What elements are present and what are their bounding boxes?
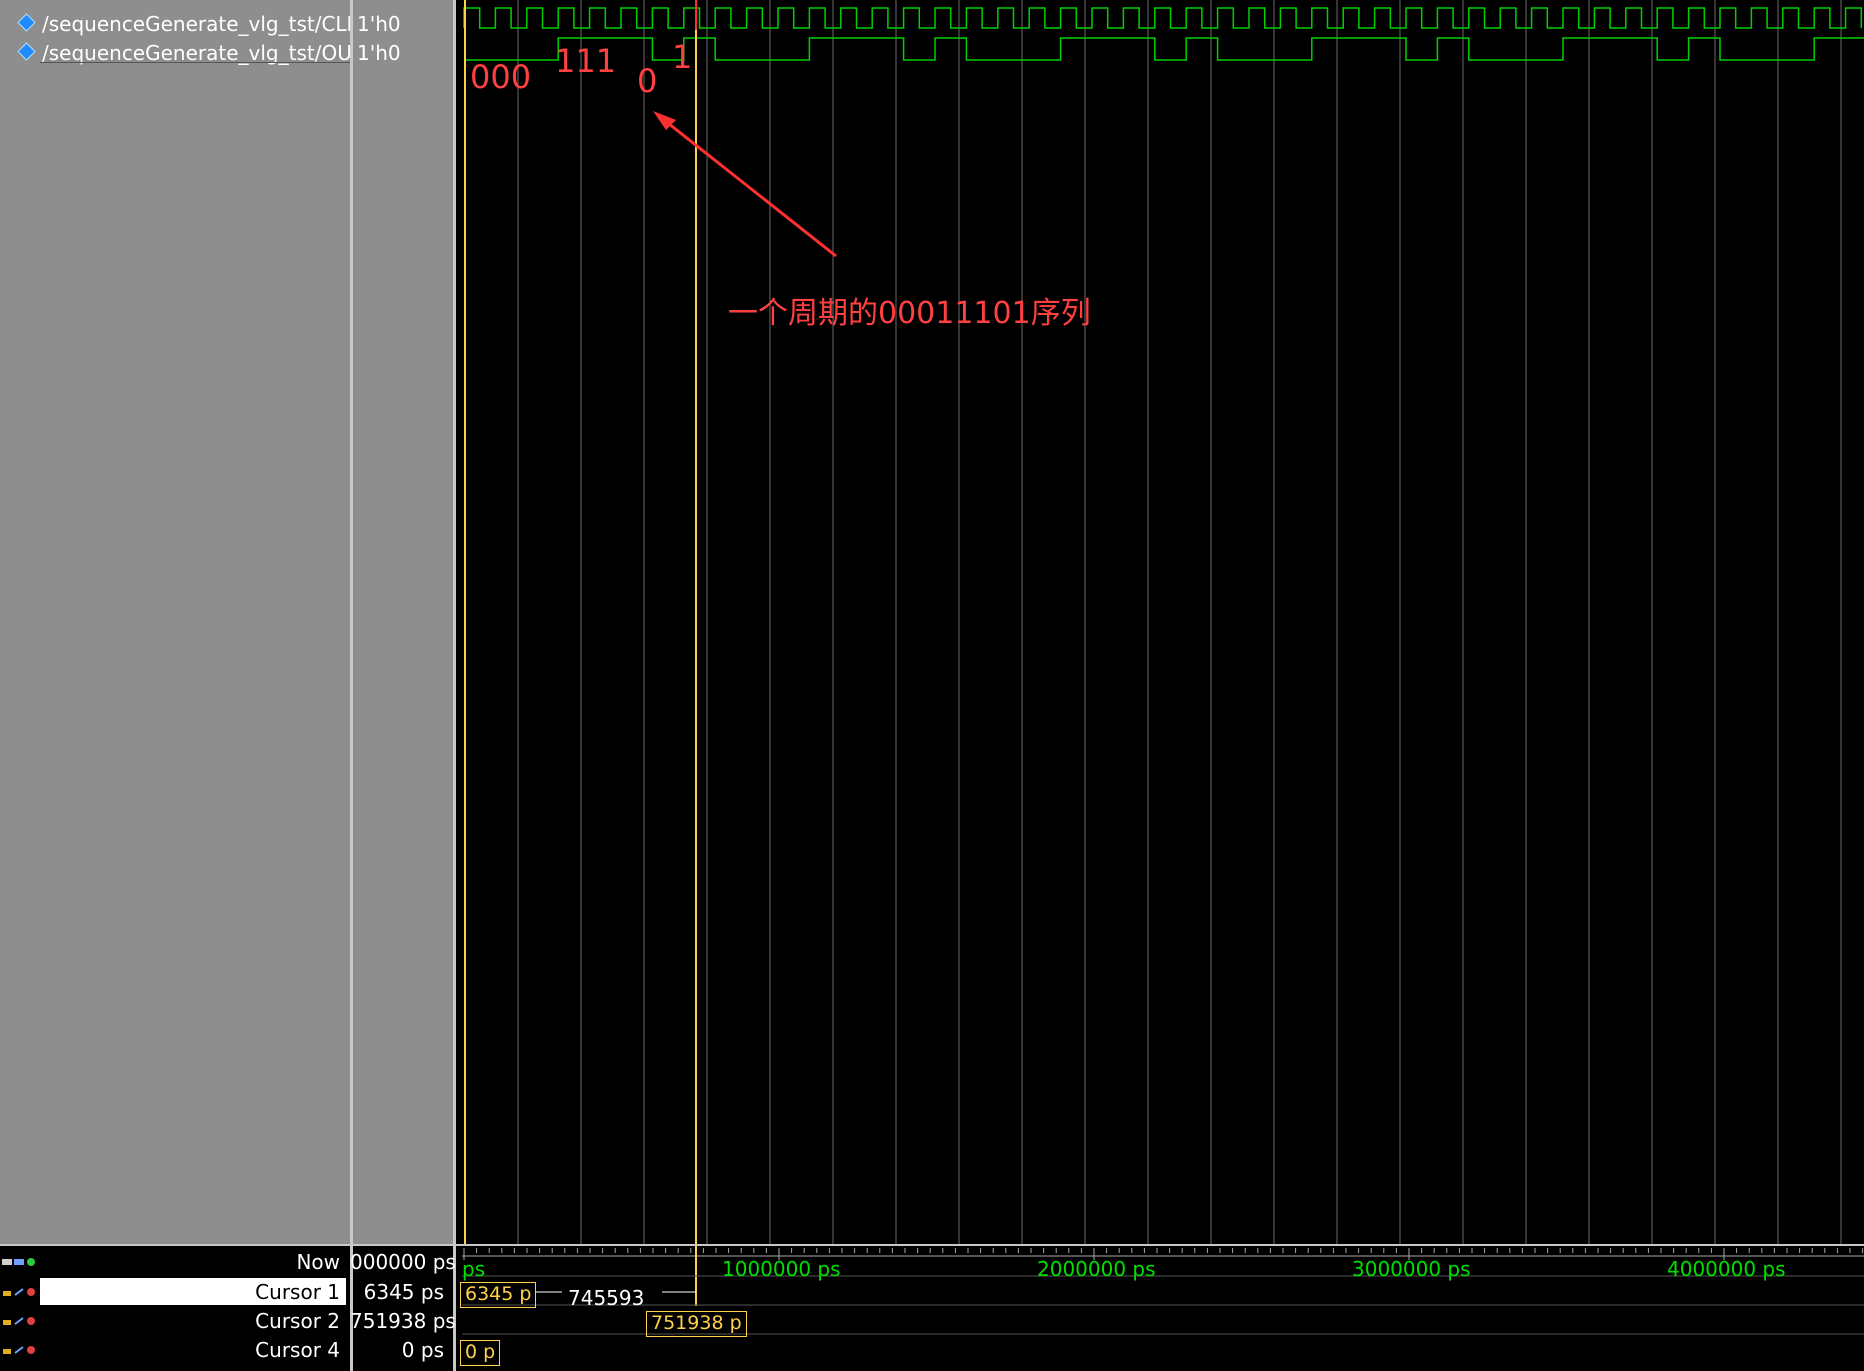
green-dot-icon[interactable] bbox=[26, 1258, 36, 1266]
edit-icon[interactable] bbox=[14, 1317, 24, 1325]
cursor-2-label: Cursor 2 bbox=[255, 1309, 340, 1333]
cursor-1-label: Cursor 1 bbox=[255, 1280, 340, 1304]
signal-diamond-icon bbox=[17, 13, 36, 32]
annotation-bits-1: 1 bbox=[672, 38, 693, 76]
edit-icon[interactable] bbox=[14, 1288, 24, 1296]
timeline-label-4: 4000000 ps bbox=[1667, 1257, 1786, 1281]
now-value: 000000 ps bbox=[350, 1250, 456, 1274]
lock-icon[interactable] bbox=[2, 1317, 12, 1325]
delete-cursor-icon[interactable] bbox=[26, 1346, 36, 1354]
annotation-bits-0: 0 bbox=[637, 62, 658, 100]
signal-names-pane: /sequenceGenerate_vlg_tst/CLK /sequenceG… bbox=[0, 0, 364, 1244]
cursor-2-value: 751938 ps bbox=[350, 1309, 456, 1333]
timeline-label-2: 2000000 ps bbox=[1037, 1257, 1156, 1281]
waveform-pane[interactable]: 000 111 0 1 一个周期的00011101序列 bbox=[462, 0, 1864, 1244]
lock-icon[interactable] bbox=[2, 1288, 12, 1296]
cursor-4-label: Cursor 4 bbox=[255, 1338, 340, 1362]
cursor-delta-label: 745593 bbox=[568, 1286, 645, 1310]
signal-name-clk: /sequenceGenerate_vlg_tst/CLK bbox=[42, 12, 360, 36]
timeline-label-1: 1000000 ps bbox=[722, 1257, 841, 1281]
add-cursor-icon[interactable] bbox=[14, 1258, 24, 1266]
signal-value-out: 1'h0 bbox=[357, 41, 401, 65]
timeline-ruler bbox=[462, 1246, 1864, 1335]
delete-cursor-icon[interactable] bbox=[26, 1288, 36, 1296]
annotation-bits-111: 111 bbox=[555, 42, 617, 80]
cursor-4-tag[interactable]: 0 p bbox=[460, 1340, 501, 1366]
cursor-1-value: 6345 ps bbox=[363, 1280, 444, 1304]
cursor-1-tag[interactable]: 6345 p bbox=[460, 1282, 537, 1308]
annotation-note: 一个周期的00011101序列 bbox=[728, 296, 1091, 331]
pane-divider[interactable] bbox=[453, 0, 456, 1371]
row-underline bbox=[40, 62, 350, 63]
waveform-canvas bbox=[463, 0, 1864, 1244]
signal-values-pane: 1'h0 1'h0 bbox=[353, 0, 453, 1244]
signal-row-clk[interactable]: /sequenceGenerate_vlg_tst/CLK bbox=[0, 10, 360, 36]
cursor-toolbar-icon[interactable] bbox=[2, 1258, 12, 1266]
lock-icon[interactable] bbox=[2, 1346, 12, 1354]
cursor-2-tag[interactable]: 751938 p bbox=[646, 1311, 747, 1337]
timeline-label-3: 3000000 ps bbox=[1352, 1257, 1471, 1281]
timeline-start-label: ps bbox=[462, 1257, 486, 1281]
annotation-arrow bbox=[653, 111, 837, 258]
now-label: Now bbox=[296, 1250, 340, 1274]
signal-diamond-icon bbox=[17, 42, 36, 61]
cursor-4-value: 0 ps bbox=[401, 1338, 444, 1362]
signal-value-clk: 1'h0 bbox=[357, 12, 401, 36]
wave-window: /sequenceGenerate_vlg_tst/CLK /sequenceG… bbox=[0, 0, 1864, 1371]
delete-cursor-icon[interactable] bbox=[26, 1317, 36, 1325]
edit-icon[interactable] bbox=[14, 1346, 24, 1354]
annotation-bits-000: 000 bbox=[470, 58, 532, 96]
